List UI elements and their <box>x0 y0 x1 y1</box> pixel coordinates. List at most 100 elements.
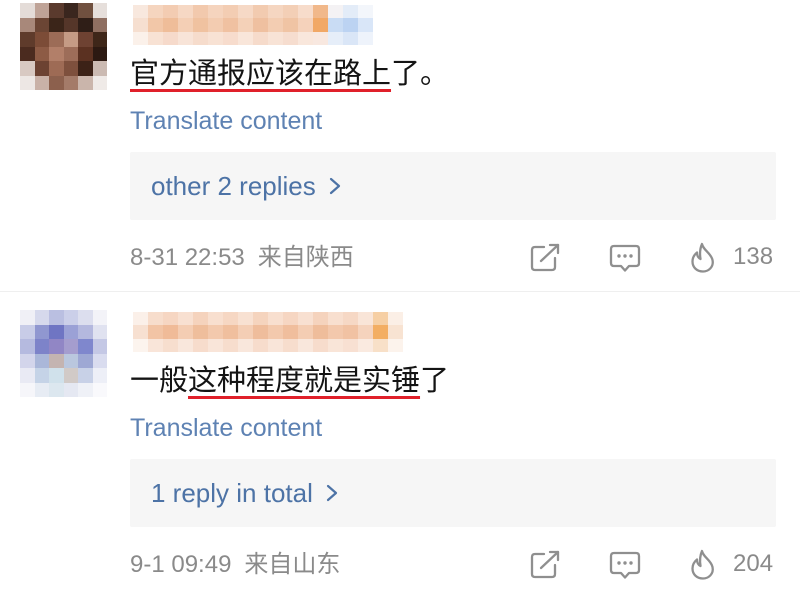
username-mosaic-cell <box>313 325 328 339</box>
avatar-mosaic-cell <box>63 61 78 76</box>
avatar-mosaic-cell <box>49 353 64 368</box>
avatar-mosaic-cell <box>34 46 49 61</box>
translate-link[interactable]: Translate content <box>130 413 322 443</box>
username-mosaic-cell <box>193 31 208 45</box>
avatar-mosaic-cell <box>49 3 64 18</box>
username-mosaic-cell <box>208 31 223 45</box>
username-mosaic-cell <box>133 18 148 32</box>
username-mosaic-cell <box>208 5 223 19</box>
avatar-mosaic-cell <box>34 324 49 339</box>
like-icon <box>691 242 714 273</box>
username-mosaic-cell <box>283 325 298 339</box>
avatar-mosaic-cell <box>34 32 49 47</box>
username-mosaic-cell <box>163 338 178 352</box>
like-count: 138 <box>733 243 774 270</box>
avatar-mosaic-cell <box>20 75 35 90</box>
comment-button[interactable] <box>609 550 641 580</box>
username-mosaic-cell <box>208 338 223 352</box>
avatar-mosaic-cell <box>49 324 64 339</box>
username-mosaic-cell <box>253 325 268 339</box>
avatar-mosaic-cell <box>34 339 49 354</box>
username-mosaic-cell <box>133 5 148 19</box>
avatar-mosaic-cell <box>78 75 93 90</box>
replies-link[interactable]: 1 reply in total <box>130 459 776 527</box>
username-mosaic-cell <box>148 338 163 352</box>
username-mosaic-cell <box>343 338 358 352</box>
avatar-mosaic-cell <box>78 368 93 383</box>
username-mosaic-cell <box>193 325 208 339</box>
username-redacted[interactable] <box>133 312 403 352</box>
avatar-mosaic-cell <box>92 3 107 18</box>
comment-button[interactable] <box>609 243 641 273</box>
comment-location: 来自陕西 <box>257 244 354 271</box>
username-mosaic-cell <box>178 312 193 326</box>
username-mosaic-cell <box>328 18 343 32</box>
username-mosaic-cell <box>298 18 313 32</box>
username-mosaic-cell <box>253 312 268 326</box>
avatar-mosaic-cell <box>92 61 107 76</box>
username-mosaic-cell <box>223 312 238 326</box>
comment-text-segment: 这种程度就是实锤 <box>188 365 421 397</box>
username-mosaic-cell <box>298 325 313 339</box>
username-mosaic-cell <box>298 31 313 45</box>
username-mosaic-cell <box>148 325 163 339</box>
username-mosaic-cell <box>223 338 238 352</box>
username-mosaic-cell <box>313 31 328 45</box>
avatar-mosaic-cell <box>92 32 107 47</box>
avatar-mosaic-cell <box>78 324 93 339</box>
username-mosaic-cell <box>208 325 223 339</box>
avatar-mosaic-cell <box>49 46 64 61</box>
avatar-mosaic-cell <box>78 61 93 76</box>
avatar-mosaic-cell <box>20 61 35 76</box>
username-mosaic-cell <box>328 325 343 339</box>
avatar-mosaic-cell <box>49 339 64 354</box>
username-mosaic-cell <box>238 325 253 339</box>
username-mosaic-cell <box>163 31 178 45</box>
username-mosaic-cell <box>163 312 178 326</box>
user-avatar[interactable] <box>20 3 107 90</box>
username-redacted[interactable] <box>133 5 373 45</box>
username-mosaic-cell <box>178 338 193 352</box>
username-mosaic-cell <box>148 5 163 19</box>
comment-icon <box>609 551 641 579</box>
avatar-mosaic-cell <box>78 339 93 354</box>
username-mosaic-cell <box>358 312 373 326</box>
user-avatar[interactable] <box>20 310 107 397</box>
username-mosaic-cell <box>238 5 253 19</box>
username-mosaic-cell <box>358 18 373 32</box>
avatar-mosaic-cell <box>34 3 49 18</box>
replies-link[interactable]: other 2 replies <box>130 152 776 220</box>
avatar-mosaic-cell <box>20 339 35 354</box>
username-mosaic-cell <box>328 312 343 326</box>
avatar-mosaic-cell <box>49 75 64 90</box>
username-mosaic-cell <box>388 338 403 352</box>
translate-link[interactable]: Translate content <box>130 106 322 136</box>
username-mosaic-cell <box>268 31 283 45</box>
username-mosaic-cell <box>223 18 238 32</box>
username-mosaic-cell <box>328 338 343 352</box>
avatar-mosaic-cell <box>92 75 107 90</box>
avatar-mosaic-cell <box>78 32 93 47</box>
chevron-right-icon <box>329 177 340 195</box>
username-mosaic-cell <box>163 325 178 339</box>
like-button[interactable]: 138 <box>689 241 777 273</box>
username-mosaic-cell <box>283 5 298 19</box>
username-mosaic-cell <box>133 325 148 339</box>
avatar-mosaic-cell <box>20 3 35 18</box>
comment-text-segment: 一般 <box>130 365 189 397</box>
like-icon <box>691 549 714 580</box>
avatar-mosaic-cell <box>49 61 64 76</box>
share-button[interactable] <box>530 242 562 272</box>
share-button[interactable] <box>530 549 562 579</box>
avatar-mosaic-cell <box>49 382 64 397</box>
avatar-mosaic-cell <box>63 46 78 61</box>
comment-list: 官方通报应该在路上了。 Translate content other 2 re… <box>0 0 800 593</box>
comment-text-segment: 官方通报应该在路上 <box>130 58 392 90</box>
like-button[interactable]: 204 <box>689 548 777 580</box>
username-mosaic-cell <box>268 18 283 32</box>
username-mosaic-cell <box>268 5 283 19</box>
username-mosaic-cell <box>388 312 403 326</box>
username-mosaic-cell <box>328 5 343 19</box>
username-mosaic-cell <box>283 312 298 326</box>
username-mosaic-cell <box>148 312 163 326</box>
